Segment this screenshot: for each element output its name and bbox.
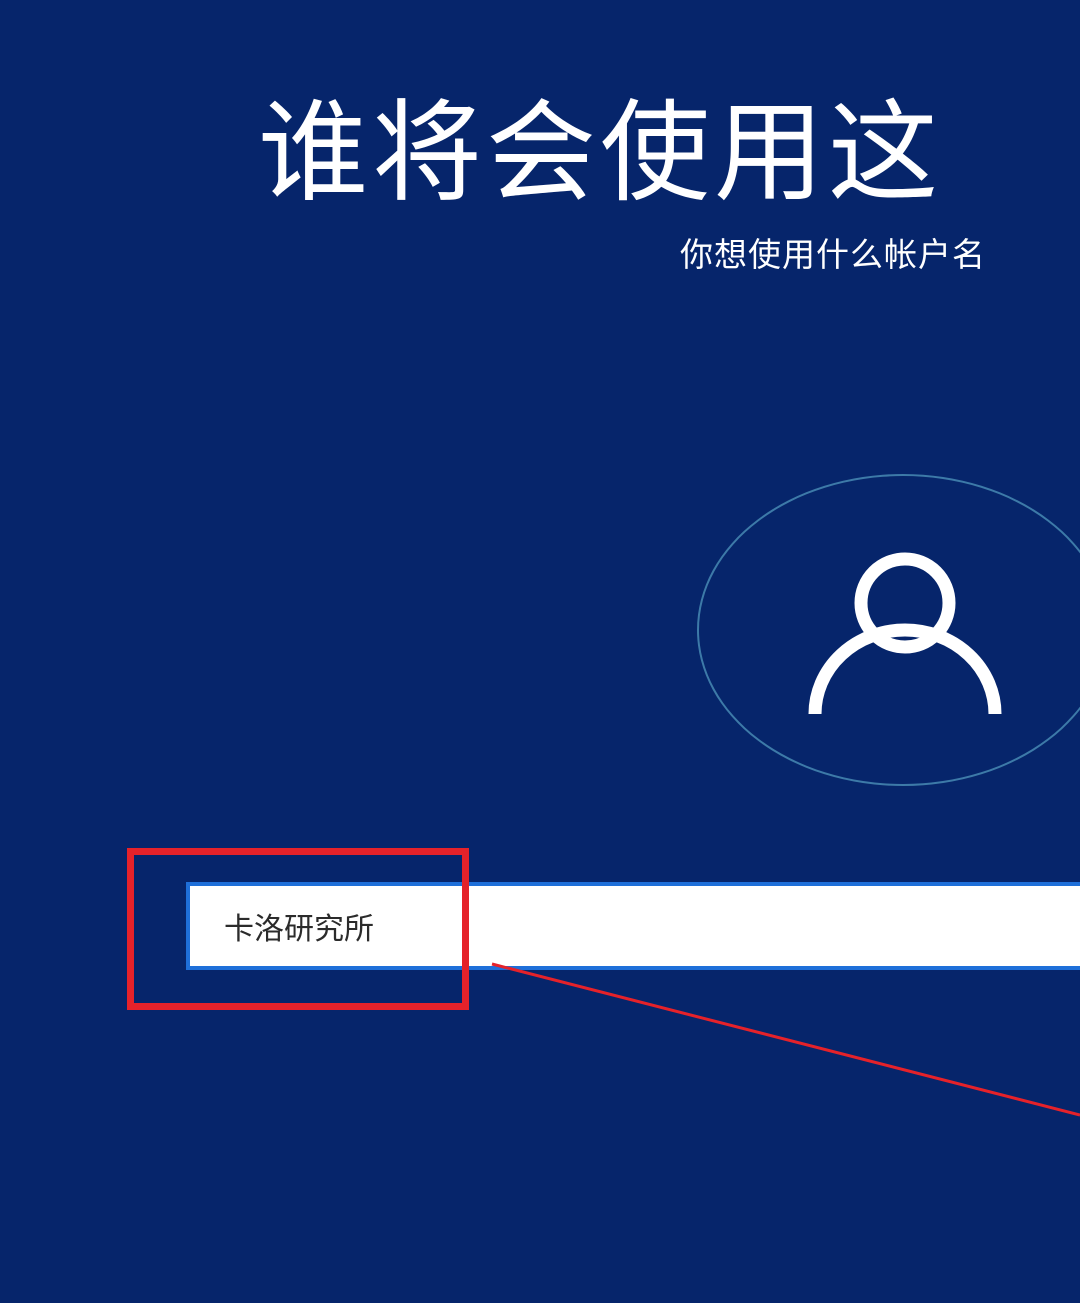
arrow-line-segment [491, 962, 1080, 1117]
account-setup-screen: 谁将会使用这 你想使用什么帐户名 [0, 0, 1080, 1303]
page-subtitle: 你想使用什么帐户名 [680, 235, 986, 274]
user-icon [808, 552, 1002, 715]
account-name-input[interactable] [186, 882, 1080, 970]
page-title: 谁将会使用这 [258, 89, 942, 217]
